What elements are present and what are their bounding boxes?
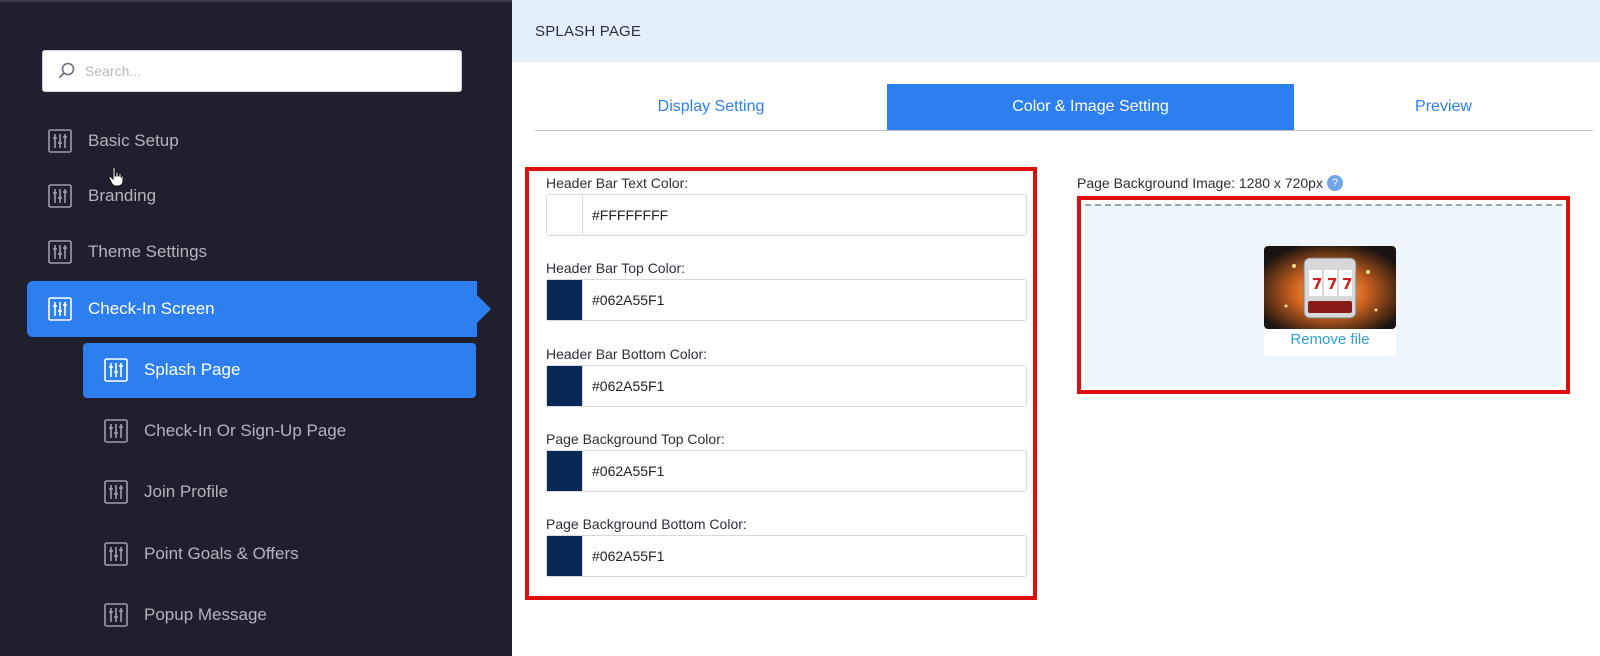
sidebar-subitem-join-profile[interactable]: Join Profile xyxy=(104,480,228,504)
color-input[interactable]: #062A55F1 xyxy=(546,535,1027,577)
help-icon[interactable]: ? xyxy=(1326,175,1343,191)
color-value: #FFFFFFFF xyxy=(592,207,669,223)
tab-color-image-setting[interactable]: Color & Image Setting xyxy=(887,84,1294,130)
sliders-icon xyxy=(104,542,128,566)
field-label: Page Background Bottom Color: xyxy=(546,516,747,532)
sidebar-item-label: Join Profile xyxy=(144,482,229,501)
search-icon xyxy=(59,62,75,78)
sidebar-item-label: Basic Setup xyxy=(88,131,179,150)
color-swatch[interactable] xyxy=(547,536,583,576)
color-swatch[interactable] xyxy=(547,451,583,491)
page-header: SPLASH PAGE xyxy=(512,0,1600,62)
field-label: Page Background Top Color: xyxy=(546,431,725,447)
sidebar-item-label: Point Goals & Offers xyxy=(144,544,299,563)
color-value: #062A55F1 xyxy=(592,463,665,479)
sidebar-item-basic-setup[interactable]: Basic Setup xyxy=(48,129,179,153)
tab-display-setting[interactable]: Display Setting xyxy=(535,84,887,130)
color-value: #062A55F1 xyxy=(592,378,665,394)
color-input[interactable]: #062A55F1 xyxy=(546,365,1027,407)
sidebar-item-theme-settings[interactable]: Theme Settings xyxy=(48,240,207,264)
sliders-icon xyxy=(48,297,72,321)
background-image-label: Page Background Image: 1280 x 720px ? xyxy=(1077,175,1343,191)
color-input[interactable]: #FFFFFFFF xyxy=(546,194,1027,236)
sidebar-subitem-popup-message[interactable]: Popup Message xyxy=(104,603,267,627)
tab-preview[interactable]: Preview xyxy=(1294,84,1593,130)
color-swatch[interactable] xyxy=(547,280,583,320)
sidebar-item-branding[interactable]: Branding xyxy=(48,184,156,208)
tab-bar: Display Setting Color & Image Setting Pr… xyxy=(535,84,1593,131)
color-swatch[interactable] xyxy=(547,195,583,235)
sidebar-subitem-point-goals-offers[interactable]: Point Goals & Offers xyxy=(104,542,299,566)
image-preview: 7 7 7 Remove file xyxy=(1264,246,1396,356)
sidebar-item-label: Check-In Screen xyxy=(88,299,215,318)
svg-text:7: 7 xyxy=(1312,275,1322,293)
sidebar: Basic Setup Branding Theme Settings Chec… xyxy=(0,0,512,656)
sidebar-item-label: Splash Page xyxy=(144,360,241,379)
color-value: #062A55F1 xyxy=(592,548,665,564)
svg-text:7: 7 xyxy=(1327,275,1337,293)
sidebar-item-label: Popup Message xyxy=(144,605,267,624)
field-label: Header Bar Text Color: xyxy=(546,175,689,191)
sliders-icon xyxy=(104,419,128,443)
sidebar-top-divider xyxy=(0,0,512,2)
search-input[interactable] xyxy=(85,63,445,79)
hand-cursor-icon xyxy=(108,166,124,187)
sliders-icon xyxy=(104,603,128,627)
sliders-icon xyxy=(48,184,72,208)
color-swatch[interactable] xyxy=(547,366,583,406)
color-value: #062A55F1 xyxy=(592,292,665,308)
sliders-icon xyxy=(48,129,72,153)
image-dropzone[interactable]: 7 7 7 Remove file xyxy=(1085,204,1562,386)
background-image-highlight: 7 7 7 Remove file xyxy=(1077,196,1570,394)
field-label: Header Bar Top Color: xyxy=(546,260,686,276)
sidebar-subitem-splash-page[interactable]: Splash Page xyxy=(104,358,240,382)
slot-machine-thumbnail: 7 7 7 xyxy=(1264,246,1396,329)
sidebar-subitem-check-in-or-sign-up[interactable]: Check-In Or Sign-Up Page xyxy=(104,419,346,443)
svg-text:7: 7 xyxy=(1342,275,1352,293)
sidebar-item-label: Check-In Or Sign-Up Page xyxy=(144,421,347,440)
page-title: SPLASH PAGE xyxy=(535,23,642,40)
background-image-label-text: Page Background Image: 1280 x 720px xyxy=(1077,175,1323,191)
sidebar-item-label: Branding xyxy=(88,186,157,205)
field-label: Header Bar Bottom Color: xyxy=(546,346,708,362)
remove-file-link[interactable]: Remove file xyxy=(1264,331,1396,348)
sliders-icon xyxy=(48,240,72,264)
color-input[interactable]: #062A55F1 xyxy=(546,450,1027,492)
sliders-icon xyxy=(104,358,128,382)
color-input[interactable]: #062A55F1 xyxy=(546,279,1027,321)
search-box[interactable] xyxy=(42,50,462,92)
sidebar-item-check-in-screen[interactable]: Check-In Screen xyxy=(48,297,215,321)
sidebar-item-label: Theme Settings xyxy=(88,242,208,261)
sliders-icon xyxy=(104,480,128,504)
